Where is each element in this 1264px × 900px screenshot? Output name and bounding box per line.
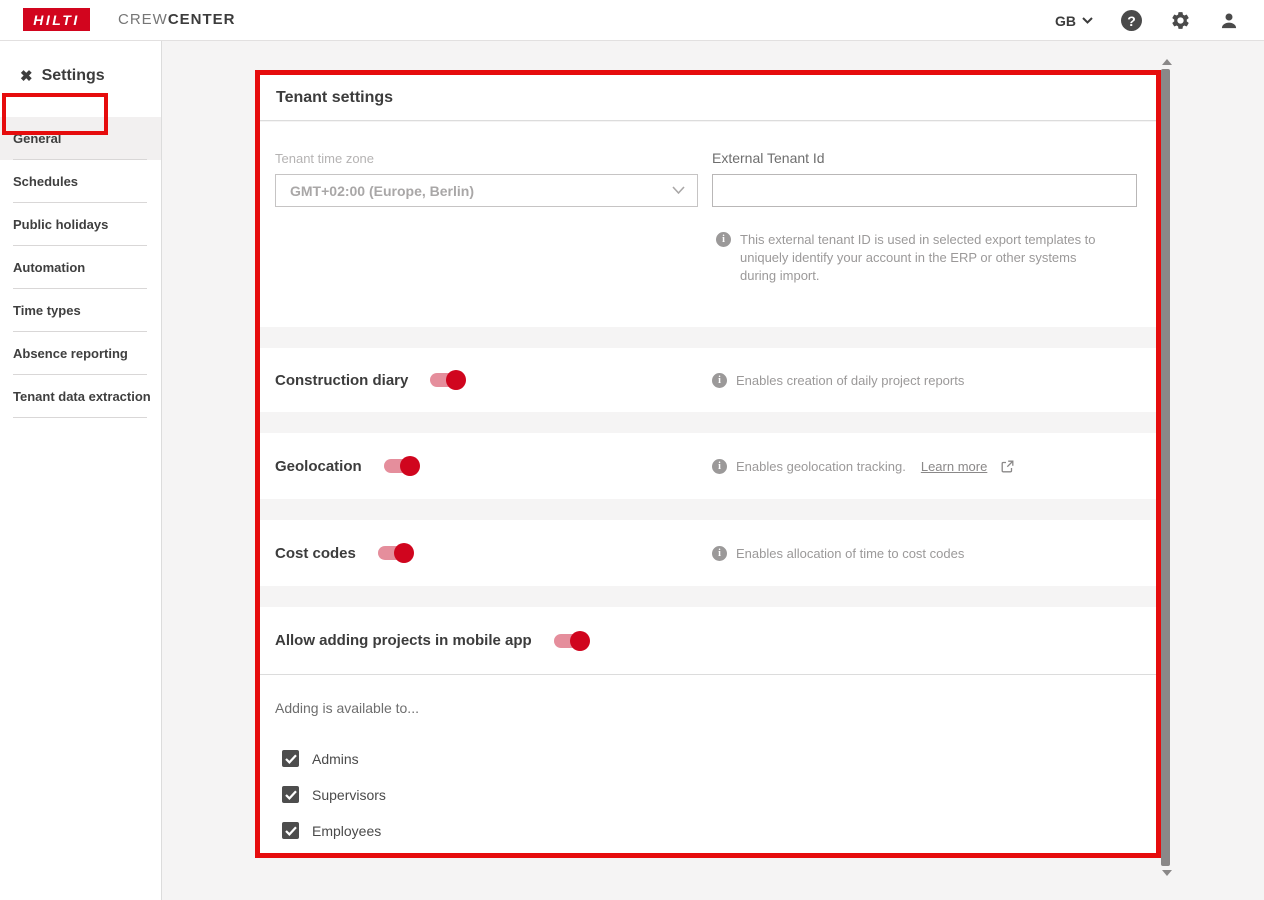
timezone-select[interactable]: GMT+02:00 (Europe, Berlin) xyxy=(275,174,698,207)
sidebar-item-general[interactable]: General xyxy=(0,117,161,160)
geolocation-title: Geolocation xyxy=(275,458,362,475)
help-icon[interactable]: ? xyxy=(1121,10,1142,31)
checkbox-row-supervisors: Supervisors xyxy=(282,786,1157,803)
person-icon xyxy=(1219,11,1239,31)
check-icon xyxy=(285,790,297,800)
sidebar-item-automation[interactable]: Automation xyxy=(0,246,161,289)
sidebar-item-label: Tenant data extraction xyxy=(13,389,151,404)
app-title-crew: CREW xyxy=(118,11,168,28)
construction-diary-title: Construction diary xyxy=(275,372,408,389)
adding-availability-section: Adding is available to... Admins Supervi… xyxy=(260,675,1157,853)
info-text: Enables creation of daily project report… xyxy=(736,373,964,388)
app-title-center: CENTER xyxy=(168,11,236,28)
sidebar-item-label: Absence reporting xyxy=(13,346,128,361)
content-scrollbar xyxy=(1161,55,1173,880)
cost-codes-section: Cost codes i Enables allocation of time … xyxy=(260,520,1157,586)
employees-checkbox[interactable] xyxy=(282,822,299,839)
chevron-down-icon xyxy=(672,186,685,195)
sidebar-item-label: Schedules xyxy=(13,174,78,189)
page-title: Tenant settings xyxy=(276,89,393,107)
tenant-settings-panel-header: Tenant settings xyxy=(260,75,1157,121)
construction-diary-toggle[interactable] xyxy=(430,370,466,390)
sidebar-item-tenant-data-extraction[interactable]: Tenant data extraction xyxy=(0,375,161,418)
top-header-bar: HILTI CREWCENTER GB ? xyxy=(0,0,1264,41)
hilti-logo[interactable]: HILTI xyxy=(23,8,90,31)
settings-gear-icon[interactable] xyxy=(1170,10,1191,31)
info-text: This external tenant ID is used in selec… xyxy=(740,231,1098,285)
app-title: CREWCENTER xyxy=(118,11,236,28)
timezone-value: GMT+02:00 (Europe, Berlin) xyxy=(290,183,672,199)
info-icon: i xyxy=(712,459,727,474)
info-icon: i xyxy=(712,546,727,561)
timezone-label: Tenant time zone xyxy=(275,151,374,166)
checkbox-label: Admins xyxy=(312,751,359,767)
header-actions: GB ? xyxy=(1055,0,1239,41)
sidebar-title: ✖ Settings xyxy=(0,41,161,93)
toggle-knob xyxy=(446,370,466,390)
scrollbar-thumb[interactable] xyxy=(1161,69,1170,866)
sidebar-item-label: Public holidays xyxy=(13,217,108,232)
external-tenant-id-input[interactable] xyxy=(712,174,1137,207)
construction-diary-section: Construction diary i Enables creation of… xyxy=(260,348,1157,412)
external-link-icon xyxy=(1001,460,1014,473)
cost-codes-info: i Enables allocation of time to cost cod… xyxy=(712,545,964,561)
info-icon: i xyxy=(712,373,727,388)
gear-icon xyxy=(1170,10,1191,31)
toggle-knob xyxy=(400,456,420,476)
external-tenant-id-info: i This external tenant ID is used in sel… xyxy=(716,231,1098,285)
sidebar-item-absence-reporting[interactable]: Absence reporting xyxy=(0,332,161,375)
settings-sidebar: ✖ Settings General Schedules Public holi… xyxy=(0,41,162,900)
info-text: Enables geolocation tracking. xyxy=(736,459,906,474)
close-icon[interactable]: ✖ xyxy=(20,69,33,84)
hilti-logo-text: HILTI xyxy=(33,12,79,28)
sidebar-item-label: General xyxy=(13,131,61,146)
sidebar-item-public-holidays[interactable]: Public holidays xyxy=(0,203,161,246)
checkbox-label: Supervisors xyxy=(312,787,386,803)
check-icon xyxy=(285,826,297,836)
admins-checkbox[interactable] xyxy=(282,750,299,767)
adding-available-label: Adding is available to... xyxy=(275,700,1157,716)
supervisors-checkbox[interactable] xyxy=(282,786,299,803)
geolocation-section: Geolocation i Enables geolocation tracki… xyxy=(260,433,1157,499)
language-selector[interactable]: GB xyxy=(1055,13,1093,29)
sidebar-item-label: Automation xyxy=(13,260,85,275)
check-icon xyxy=(285,754,297,764)
scroll-up-arrow-icon xyxy=(1162,59,1172,65)
language-code: GB xyxy=(1055,13,1076,29)
cost-codes-toggle[interactable] xyxy=(378,543,414,563)
info-icon: i xyxy=(716,232,731,247)
checkbox-row-employees: Employees xyxy=(282,822,1157,839)
sidebar-item-label: Time types xyxy=(13,303,81,318)
tenant-settings-form: Tenant time zone GMT+02:00 (Europe, Berl… xyxy=(260,122,1157,327)
checkbox-label: Employees xyxy=(312,823,381,839)
sidebar-item-time-types[interactable]: Time types xyxy=(0,289,161,332)
toggle-knob xyxy=(570,631,590,651)
geolocation-info: i Enables geolocation tracking. Learn mo… xyxy=(712,458,1014,474)
allow-adding-projects-toggle[interactable] xyxy=(554,631,590,651)
chevron-down-icon xyxy=(1082,17,1093,24)
scroll-down-button[interactable] xyxy=(1161,866,1173,880)
sidebar-item-schedules[interactable]: Schedules xyxy=(0,160,161,203)
cost-codes-title: Cost codes xyxy=(275,545,356,562)
toggle-knob xyxy=(394,543,414,563)
construction-diary-info: i Enables creation of daily project repo… xyxy=(712,372,964,388)
geolocation-toggle[interactable] xyxy=(384,456,420,476)
learn-more-link[interactable]: Learn more xyxy=(921,459,987,474)
account-icon[interactable] xyxy=(1219,11,1239,31)
allow-adding-projects-section: Allow adding projects in mobile app xyxy=(260,607,1157,675)
scroll-up-button[interactable] xyxy=(1161,55,1173,69)
info-text: Enables allocation of time to cost codes xyxy=(736,546,964,561)
allow-adding-projects-title: Allow adding projects in mobile app xyxy=(275,632,532,649)
external-tenant-id-label: External Tenant Id xyxy=(712,150,825,166)
sidebar-title-label: Settings xyxy=(42,67,105,85)
checkbox-row-admins: Admins xyxy=(282,750,1157,767)
scroll-down-arrow-icon xyxy=(1162,870,1172,876)
